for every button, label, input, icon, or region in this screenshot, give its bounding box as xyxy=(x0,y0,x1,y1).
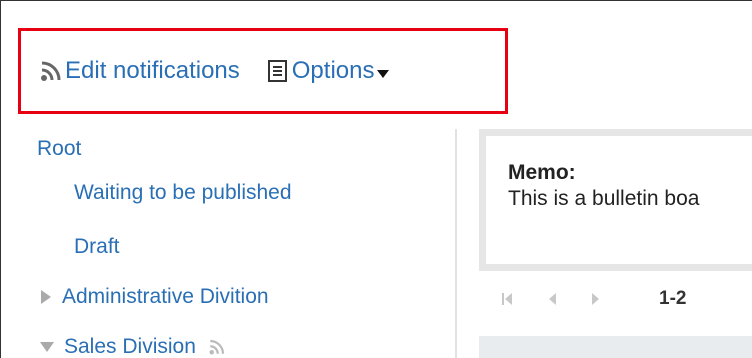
caret-down-icon xyxy=(377,57,390,85)
pager: 1-2 xyxy=(501,288,687,309)
page-range: 1-2 xyxy=(659,288,687,309)
tree-item-label: Waiting to be published xyxy=(74,181,292,204)
tree-item-label: Draft xyxy=(74,235,120,258)
memo-text: This is a bulletin boa xyxy=(508,187,700,210)
edit-notifications-label: Edit notifications xyxy=(65,57,240,84)
next-page-icon[interactable] xyxy=(591,291,601,307)
tree-item-waiting-to-be-published[interactable]: Waiting to be published xyxy=(74,181,292,205)
tree-item-label: Root xyxy=(37,137,82,160)
options-menu-button[interactable]: Options xyxy=(266,57,390,85)
tree-item-draft[interactable]: Draft xyxy=(74,235,120,259)
memo-title: Memo: xyxy=(508,161,576,184)
tree-item-root[interactable]: Root xyxy=(37,137,81,161)
list-document-icon xyxy=(266,59,290,83)
pane-divider[interactable] xyxy=(455,129,457,358)
tree-item-sales-division[interactable]: Sales Division xyxy=(39,335,226,358)
expand-arrow-icon[interactable] xyxy=(39,289,53,305)
previous-page-icon[interactable] xyxy=(547,291,557,307)
collapse-arrow-icon[interactable] xyxy=(39,340,55,354)
tree-item-label: Administrative Divition xyxy=(62,285,269,308)
memo-box: Memo: This is a bulletin boa xyxy=(479,129,752,271)
list-header-bar xyxy=(479,336,752,358)
tree-item-administrative-divition[interactable]: Administrative Divition xyxy=(39,285,269,309)
toolbar: Edit notifications Options xyxy=(39,51,390,91)
first-page-icon[interactable] xyxy=(501,291,513,307)
edit-notifications-link[interactable]: Edit notifications xyxy=(39,57,240,85)
rss-feed-icon xyxy=(208,338,226,356)
rss-feed-icon xyxy=(39,59,63,83)
tree-item-label: Sales Division xyxy=(64,335,196,358)
app-window: Edit notifications Options Root Waiting … xyxy=(0,0,752,358)
options-label: Options xyxy=(291,57,375,84)
